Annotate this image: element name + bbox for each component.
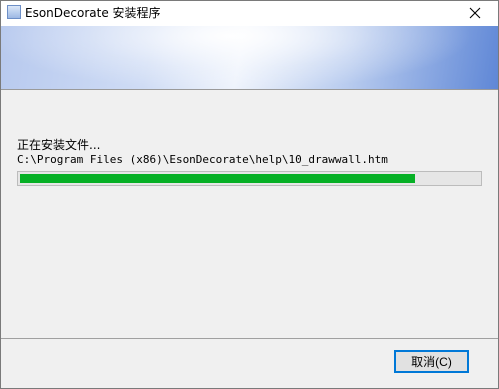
footer-divider [1,338,498,339]
cancel-button[interactable]: 取消(C) [394,350,469,373]
installer-window: EsonDecorate 安装程序 正在安装文件... C:\Program F… [0,0,499,389]
install-content: 正在安装文件... C:\Program Files (x86)\EsonDec… [1,90,498,338]
install-progress-bar [17,171,482,186]
header-banner [1,26,498,89]
title-bar: EsonDecorate 安装程序 [1,1,498,26]
close-button[interactable] [452,1,498,26]
progress-fill [20,174,415,183]
installer-icon [7,5,21,19]
install-status-label: 正在安装文件... [17,138,101,152]
close-icon [469,4,481,23]
window-title: EsonDecorate 安装程序 [25,6,161,20]
current-file-path: C:\Program Files (x86)\EsonDecorate\help… [17,153,388,166]
